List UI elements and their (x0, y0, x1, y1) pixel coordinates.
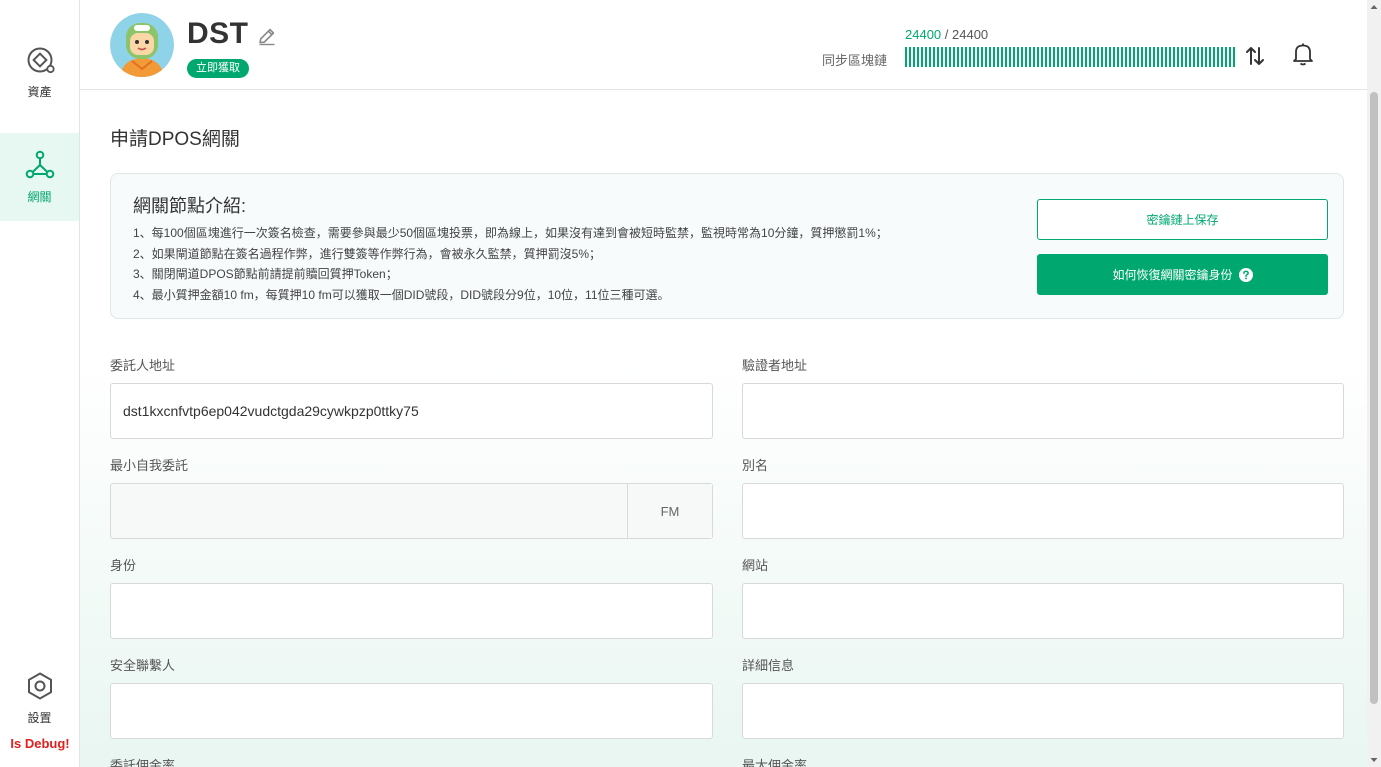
delegator-address-input[interactable]: dst1kxcnfvtp6ep042vudctgda29cywkpzp0ttky… (110, 383, 713, 439)
alias-label: 別名 (742, 458, 769, 473)
details-label: 詳細信息 (742, 658, 795, 673)
sync-progress-bar (905, 47, 1236, 67)
identity-input[interactable] (110, 583, 713, 639)
validator-address-label: 驗證者地址 (742, 358, 808, 373)
intro-title: 網關節點介紹: (133, 196, 247, 216)
sync-separator: / (941, 27, 952, 42)
sync-label: 同步區塊鏈 (822, 53, 888, 68)
min-self-delegation-input[interactable]: FM (110, 483, 713, 539)
intro-list: 1、每100個區塊進行一次簽名檢查，需要參與最少50個區塊投票，即為線上，如果沒… (133, 223, 888, 305)
sidebar: 資產 網關 設置 Is Debug! (0, 0, 80, 767)
min-self-delegation-label: 最小自我委託 (110, 458, 189, 473)
intro-line: 2、如果閘道節點在簽名過程作弊，進行雙簽等作弊行為，會被永久監禁，質押罰沒5%； (133, 246, 602, 261)
commission-rate-label: 委託佣金率 (110, 758, 176, 767)
security-contact-label: 安全聯繫人 (110, 658, 176, 673)
claim-button[interactable]: 立即獲取 (187, 59, 249, 78)
assets-icon (27, 47, 55, 73)
header: DST 立即獲取 24400 / 24400 同步區塊鏈 (80, 0, 1367, 90)
security-contact-input[interactable] (110, 683, 713, 739)
page-title: 申請DPOS網關 (110, 129, 240, 150)
debug-indicator: Is Debug! (10, 736, 70, 751)
validator-address-input[interactable] (742, 383, 1344, 439)
scrollbar[interactable] (1367, 0, 1381, 767)
sidebar-item-label: 網關 (27, 189, 52, 204)
settings-icon (27, 671, 52, 700)
sidebar-item-label: 設置 (27, 710, 52, 725)
scrollbar-thumb[interactable] (1370, 92, 1378, 704)
recover-identity-button[interactable]: 如何恢復網關密鑰身份 (1037, 254, 1328, 295)
bell-icon[interactable] (1292, 42, 1314, 66)
intro-card: 網關節點介紹: 1、每100個區塊進行一次簽名檢查，需要參與最少50個區塊投票，… (110, 173, 1344, 319)
sidebar-item-label: 資產 (27, 84, 52, 99)
intro-line: 1、每100個區塊進行一次簽名檢查，需要參與最少50個區塊投票，即為線上，如果沒… (133, 226, 888, 240)
sidebar-item-assets[interactable]: 資產 (0, 28, 79, 116)
website-input[interactable] (742, 583, 1344, 639)
sync-total: 24400 (952, 27, 989, 42)
details-input[interactable] (742, 683, 1344, 739)
avatar (110, 13, 174, 77)
delegator-address-value: dst1kxcnfvtp6ep042vudctgda29cywkpzp0ttky… (123, 403, 419, 419)
edit-icon[interactable] (257, 26, 277, 46)
sync-count: 24400 / 24400 (905, 27, 988, 42)
recover-identity-label: 如何恢復網關密鑰身份 (1112, 268, 1233, 282)
intro-line: 4、最小質押金額10 fm，每質押10 fm可以獲取一個DID號段，DID號段分… (133, 287, 670, 302)
delegator-address-label: 委託人地址 (110, 358, 176, 373)
transfer-icon[interactable] (1243, 44, 1267, 68)
save-key-onchain-button[interactable]: 密鑰鏈上保存 (1037, 199, 1328, 240)
main-content: 申請DPOS網關 網關節點介紹: 1、每100個區塊進行一次簽名檢查，需要參與最… (80, 91, 1367, 767)
sidebar-item-settings[interactable]: 設置 (0, 658, 79, 738)
identity-label: 身份 (110, 558, 137, 573)
max-commission-rate-label: 最大佣金率 (742, 758, 808, 767)
sidebar-item-gateway[interactable]: 網關 (0, 133, 79, 221)
sync-current: 24400 (905, 27, 942, 42)
avatar-illustration (110, 13, 174, 77)
intro-line: 3、關閉閘道DPOS節點前請提前贖回質押Token； (133, 267, 398, 281)
website-label: 網站 (742, 558, 769, 573)
scroll-up-icon[interactable] (1367, 0, 1381, 14)
scroll-down-icon[interactable] (1367, 753, 1381, 767)
gateway-icon (25, 150, 54, 178)
save-key-onchain-label: 密鑰鏈上保存 (1146, 213, 1219, 227)
help-icon (1238, 267, 1253, 282)
unit-suffix: FM (627, 484, 712, 538)
app-name: DST (187, 17, 249, 50)
alias-input[interactable] (742, 483, 1344, 539)
